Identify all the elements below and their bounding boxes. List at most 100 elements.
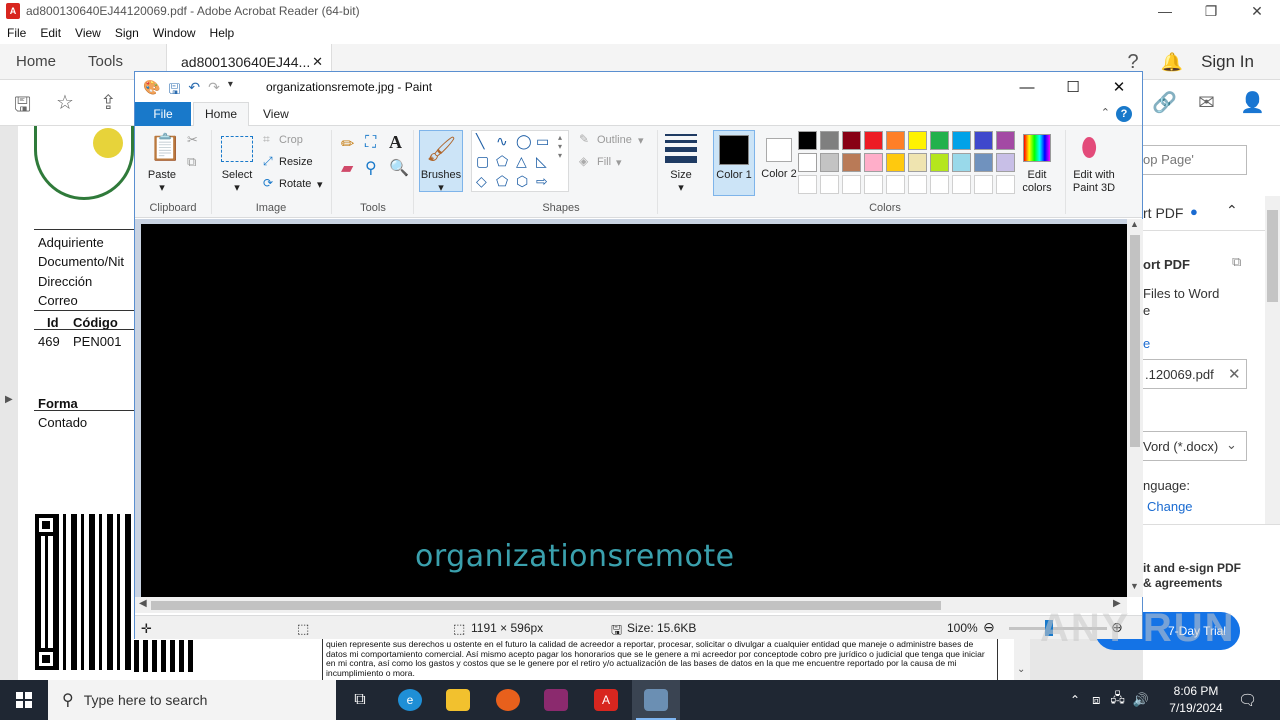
select-button[interactable]: Select: [219, 169, 255, 181]
custom-color-slot[interactable]: [996, 175, 1015, 194]
customize-qat-icon[interactable]: ▾: [228, 79, 233, 103]
learn-more-link[interactable]: e: [1143, 336, 1150, 351]
expand-panel-icon[interactable]: ▶: [5, 394, 13, 405]
custom-color-slot[interactable]: [820, 175, 839, 194]
color-picker-icon[interactable]: ⚲: [365, 158, 377, 178]
canvas-horizontal-scrollbar[interactable]: ◀ ▶: [135, 597, 1127, 613]
palette-swatch[interactable]: [798, 153, 817, 172]
palette-swatch[interactable]: [842, 131, 861, 150]
redo-icon[interactable]: ↷: [208, 79, 220, 103]
tray-chevron-icon[interactable]: ⌃: [1070, 693, 1080, 707]
minimize-icon[interactable]: —: [1004, 72, 1050, 102]
pencil-icon[interactable]: ✏: [341, 134, 354, 154]
pdf-scrollbar[interactable]: ⌄: [1014, 638, 1030, 680]
save-icon[interactable]: 🖫: [14, 90, 31, 124]
menu-sign[interactable]: Sign: [108, 26, 146, 40]
palette-swatch[interactable]: [820, 153, 839, 172]
taskbar-search-box[interactable]: ⚲ Type here to search: [48, 680, 336, 720]
custom-color-slot[interactable]: [798, 175, 817, 194]
edit-with-paint3d-button[interactable]: Edit with Paint 3D: [1067, 169, 1121, 195]
taskbar-clock[interactable]: 8:06 PM 7/19/2024: [1168, 683, 1224, 717]
cut-icon[interactable]: ✂: [187, 132, 198, 148]
network-icon[interactable]: 🖧: [1110, 689, 1125, 711]
custom-color-slot[interactable]: [864, 175, 883, 194]
undo-icon[interactable]: ↶: [188, 79, 200, 103]
crop-icon[interactable]: ⌗: [263, 132, 270, 147]
palette-swatch[interactable]: [864, 153, 883, 172]
select-icon[interactable]: [221, 136, 253, 162]
palette-swatch[interactable]: [908, 131, 927, 150]
palette-swatch[interactable]: [908, 153, 927, 172]
rounded-rect-shape-icon[interactable]: ▢: [476, 153, 489, 170]
link-icon[interactable]: 🔗: [1152, 90, 1177, 115]
paste-icon[interactable]: 📋: [149, 132, 181, 163]
close-icon[interactable]: ✕: [1096, 72, 1142, 102]
scroll-down-icon[interactable]: ⌄: [1017, 664, 1025, 675]
palette-swatch[interactable]: [952, 153, 971, 172]
custom-color-slot[interactable]: [952, 175, 971, 194]
rectangle-shape-icon[interactable]: ▭: [536, 133, 549, 150]
restore-icon[interactable]: ❐: [1188, 0, 1234, 22]
taskbar-firefox[interactable]: [484, 680, 532, 720]
palette-swatch[interactable]: [930, 153, 949, 172]
paint3d-icon[interactable]: ⬮: [1081, 132, 1097, 164]
notification-icon[interactable]: 🗨: [1238, 680, 1257, 720]
right-triangle-shape-icon[interactable]: ◺: [536, 153, 547, 170]
canvas-vertical-scrollbar[interactable]: ▲ ▼: [1127, 219, 1143, 597]
taskbar-paint[interactable]: [632, 680, 680, 720]
tab-home[interactable]: Home: [193, 102, 249, 127]
resize-icon[interactable]: ⤢: [263, 154, 273, 169]
rotate-button[interactable]: Rotate: [279, 178, 311, 190]
text-tool-icon[interactable]: A: [389, 132, 402, 153]
palette-swatch[interactable]: [798, 131, 817, 150]
right-panel-scrollbar[interactable]: [1265, 196, 1280, 524]
scroll-down-icon[interactable]: ▼: [1130, 581, 1139, 591]
fill-button[interactable]: Fill: [597, 156, 611, 168]
scroll-left-icon[interactable]: ◀: [139, 598, 147, 609]
tab-view[interactable]: View: [263, 102, 289, 126]
size-button[interactable]: Size: [663, 169, 699, 181]
remove-file-icon[interactable]: ✕: [1228, 365, 1241, 383]
menu-window[interactable]: Window: [146, 26, 203, 40]
palette-swatch[interactable]: [842, 153, 861, 172]
close-icon[interactable]: ✕: [1234, 0, 1280, 22]
select-dropdown-icon[interactable]: ▾: [219, 181, 255, 194]
collapse-chevron-icon[interactable]: ⌃: [1226, 202, 1238, 219]
zoom-out-icon[interactable]: ⊖: [983, 619, 995, 636]
eraser-icon[interactable]: ▰: [341, 158, 353, 178]
resize-button[interactable]: Resize: [279, 156, 313, 168]
fill-bucket-icon[interactable]: ⛶: [365, 134, 376, 152]
taskbar-acrobat[interactable]: A: [582, 680, 630, 720]
size-icon[interactable]: [665, 134, 697, 163]
palette-swatch[interactable]: [864, 131, 883, 150]
copy-icon[interactable]: ⧉: [187, 154, 196, 170]
minimize-ribbon-icon[interactable]: ⌃: [1101, 106, 1110, 119]
edit-colors-icon[interactable]: [1023, 134, 1051, 162]
pentagon-shape-icon[interactable]: ⬠: [496, 173, 508, 190]
change-language-link[interactable]: Change: [1147, 499, 1193, 514]
taskbar-edge[interactable]: e: [386, 680, 434, 720]
brushes-button[interactable]: 🖌 Brushes ▾: [419, 130, 463, 194]
arrow-shape-icon[interactable]: ⇨: [536, 173, 548, 190]
custom-color-slot[interactable]: [908, 175, 927, 194]
task-view-button[interactable]: ⧉: [336, 680, 384, 720]
palette-swatch[interactable]: [996, 153, 1015, 172]
rotate-icon[interactable]: ⟳: [263, 176, 273, 190]
volume-icon[interactable]: 🔊: [1133, 692, 1149, 708]
scroll-up-icon[interactable]: ▲: [1130, 219, 1139, 229]
shapes-gallery[interactable]: ╲ ∿ ◯ ▭ ▢ ⬠ △ ◺ ◇ ⬠ ⬡ ⇨ ▴ ▾ ▾: [471, 130, 569, 192]
tab-home[interactable]: Home: [16, 44, 56, 80]
palette-swatch[interactable]: [930, 131, 949, 150]
triangle-shape-icon[interactable]: △: [516, 153, 527, 170]
palette-swatch[interactable]: [952, 131, 971, 150]
mail-icon[interactable]: ✉: [1198, 90, 1215, 115]
custom-color-slot[interactable]: [974, 175, 993, 194]
custom-color-slot[interactable]: [886, 175, 905, 194]
paste-dropdown-icon[interactable]: ▾: [147, 181, 177, 194]
menu-edit[interactable]: Edit: [33, 26, 68, 40]
sign-in-button[interactable]: Sign In: [1201, 52, 1254, 72]
export-pdf-header[interactable]: rt PDF: [1143, 205, 1183, 221]
star-icon[interactable]: ☆: [56, 90, 74, 115]
oval-shape-icon[interactable]: ◯: [516, 133, 532, 150]
hexagon-shape-icon[interactable]: ⬡: [516, 173, 528, 190]
